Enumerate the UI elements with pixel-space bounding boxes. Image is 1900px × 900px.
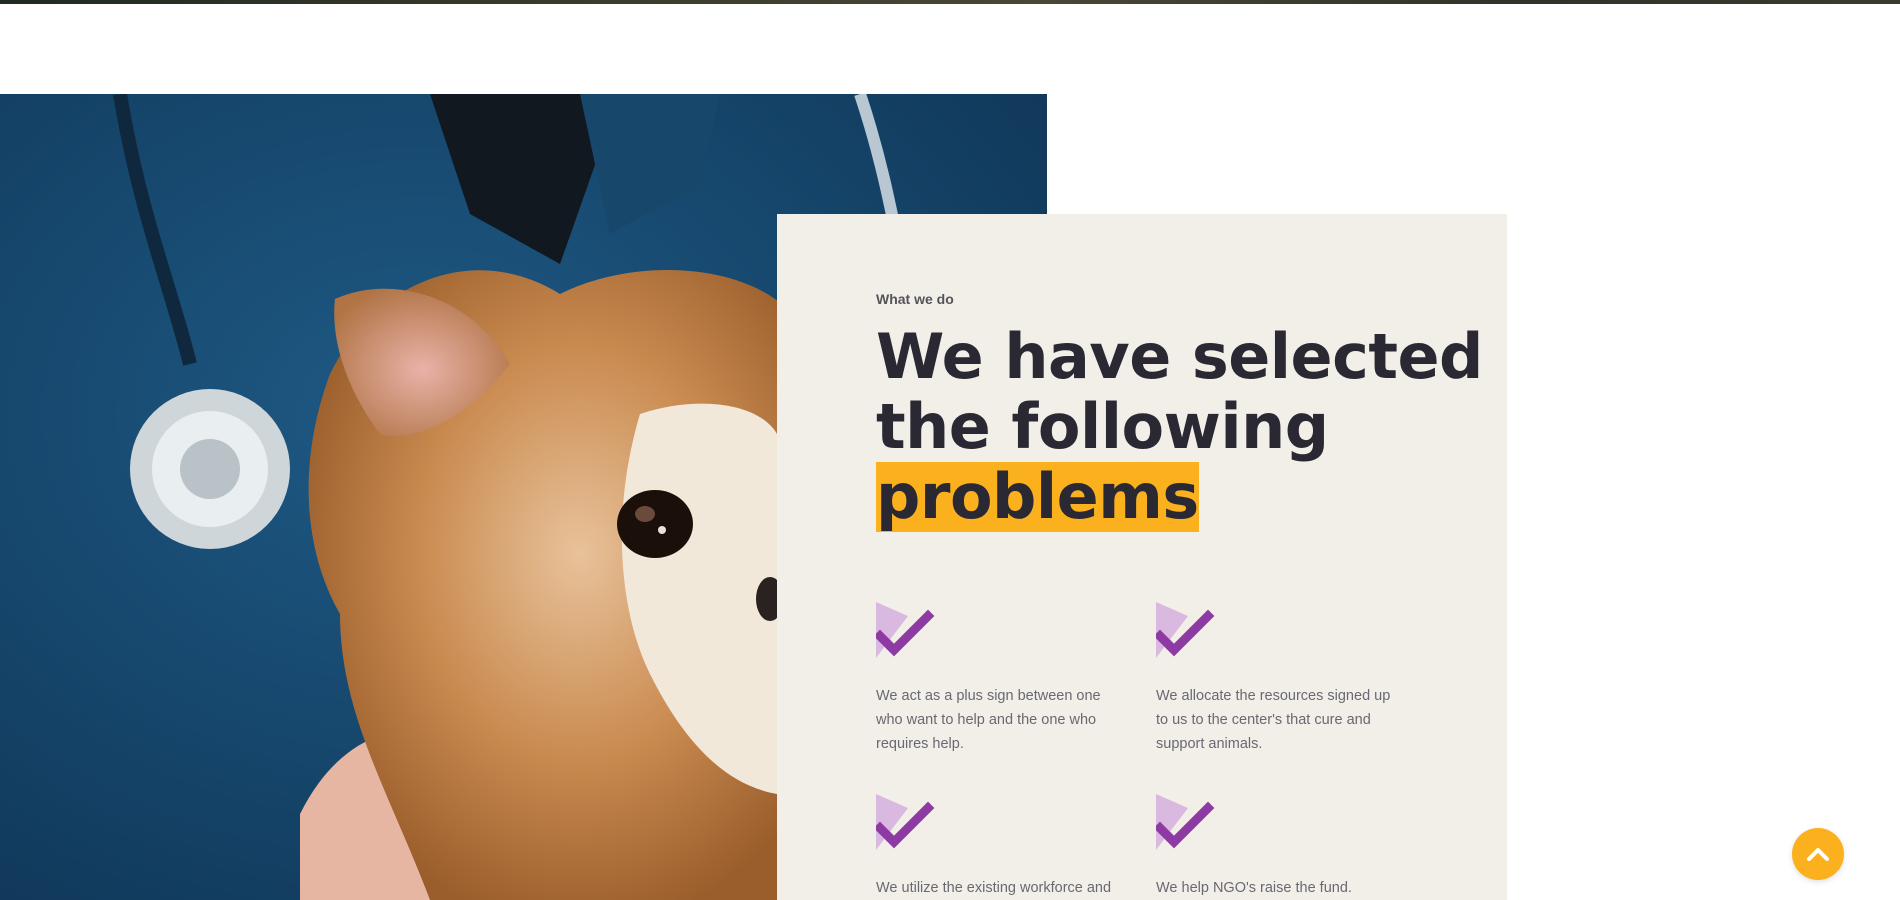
check-icon: [1156, 602, 1215, 658]
feature-text: We help NGO's raise the fund.: [1156, 880, 1352, 896]
heading-line-1: We have selected: [876, 320, 1483, 393]
feature-text: We act as a plus sign between one who wa…: [876, 688, 1101, 752]
what-we-do-card: What we do We have selected the followin…: [777, 214, 1507, 900]
feature-text: We allocate the resources signed up to u…: [1156, 688, 1391, 752]
scroll-to-top-button[interactable]: [1792, 828, 1844, 880]
check-icon: [1156, 794, 1215, 850]
hero-image-bottom-edge: [0, 0, 1900, 4]
chevron-up-icon: [1807, 848, 1829, 861]
check-icon: [876, 602, 935, 658]
feature-text: We utilize the existing workforce and: [876, 880, 1112, 896]
heading-line-2: the following: [876, 390, 1329, 463]
section-eyebrow: What we do: [876, 291, 954, 307]
heading-highlight: problems: [876, 460, 1199, 533]
section-heading: We have selected the following problems: [876, 320, 1483, 533]
check-icon: [876, 794, 935, 850]
